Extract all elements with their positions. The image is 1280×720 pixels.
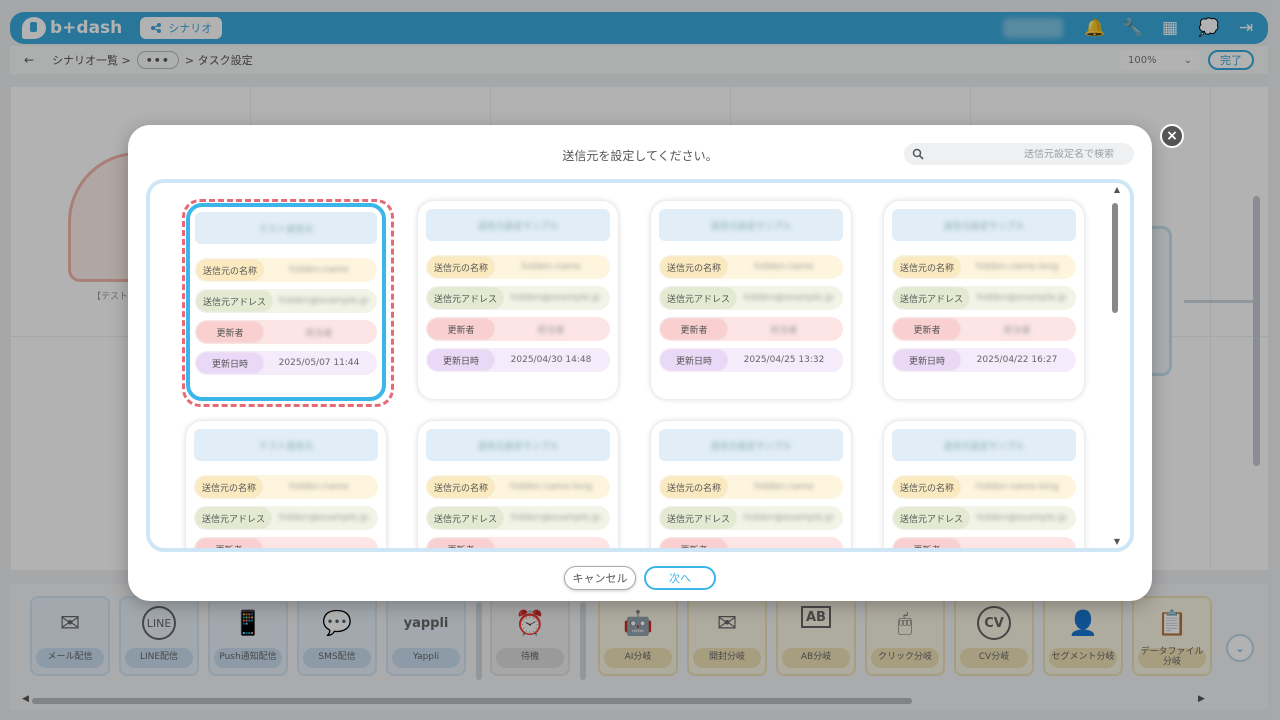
search-box[interactable] xyxy=(904,143,1134,165)
sender-card[interactable]: テスト送信元 送信元の名称 hidden-name 送信元アドレス hidden@e… xyxy=(186,421,386,548)
sender-card[interactable]: 送信元設定サンプル 送信元の名称 hidden-name-long 送信元アドレス… xyxy=(884,421,1084,548)
card-header: 送信元設定サンプル xyxy=(426,209,610,241)
search-input[interactable] xyxy=(924,148,1126,160)
cancel-button[interactable]: キャンセル xyxy=(564,566,636,590)
search-icon xyxy=(912,148,924,160)
modal-footer: キャンセル 次へ xyxy=(128,566,1152,590)
sender-card[interactable]: 送信元設定サンプル 送信元の名称 hidden-name-long 送信元アドレス… xyxy=(418,421,618,548)
close-icon[interactable]: × xyxy=(1160,124,1184,148)
card-header: 送信元設定サンプル xyxy=(659,429,843,461)
card-header: テスト送信元 xyxy=(195,212,377,244)
card-header: 送信元設定サンプル xyxy=(892,209,1076,241)
sender-card[interactable]: テスト送信元 送信元の名称 hidden-name 送信元アドレス hidden@e… xyxy=(186,203,386,401)
scroll-up-icon[interactable]: ▲ xyxy=(1114,185,1120,194)
card-list-scrollbar[interactable] xyxy=(1112,195,1118,539)
card-header: 送信元設定サンプル xyxy=(659,209,843,241)
sender-card[interactable]: 送信元設定サンプル 送信元の名称 hidden-name-long 送信元アドレス… xyxy=(884,201,1084,399)
sender-card[interactable]: 送信元設定サンプル 送信元の名称 hidden-name 送信元アドレス hidde… xyxy=(651,421,851,548)
scrollbar-thumb[interactable] xyxy=(1112,203,1118,313)
card-header: 送信元設定サンプル xyxy=(892,429,1076,461)
sender-card-list[interactable]: テスト送信元 送信元の名称 hidden-name 送信元アドレス hidden@e… xyxy=(146,179,1134,552)
card-header: テスト送信元 xyxy=(194,429,378,461)
card-header: 送信元設定サンプル xyxy=(426,429,610,461)
scroll-down-icon[interactable]: ▼ xyxy=(1114,537,1120,546)
next-button[interactable]: 次へ xyxy=(644,566,716,590)
sender-card[interactable]: 送信元設定サンプル 送信元の名称 hidden-name 送信元アドレス hidde… xyxy=(418,201,618,399)
sender-card[interactable]: 送信元設定サンプル 送信元の名称 hidden-name 送信元アドレス hidde… xyxy=(651,201,851,399)
sender-select-modal: 送信元を設定してください。 テスト送信元 送信元の名称hidden-name 送… xyxy=(128,125,1152,601)
